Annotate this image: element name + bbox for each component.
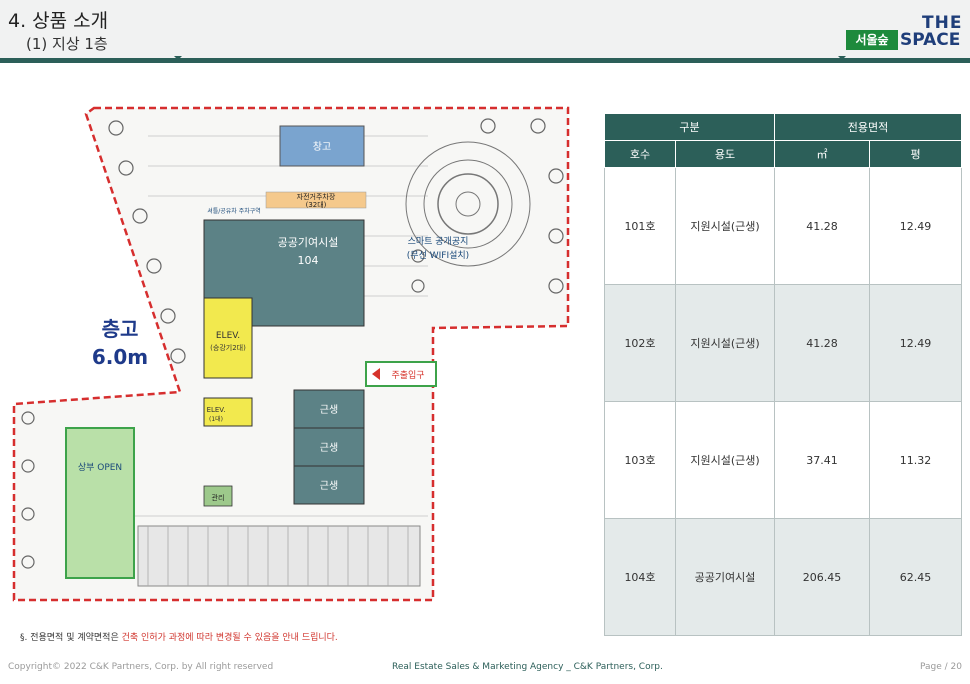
main-entry-label: 주출입구 — [391, 369, 424, 381]
table-row: 104호 공공기여시설 206.45 62.45 — [604, 518, 962, 636]
table-header-row: 구분 전용면적 — [604, 113, 962, 141]
cell-pyeong: 12.49 — [869, 167, 962, 285]
cell-sqm: 41.28 — [774, 284, 870, 402]
parking-count: (32대) — [306, 201, 327, 209]
shuttle-label: 셔틀/공유차 주차구역 — [207, 207, 261, 215]
cell-unit: 101호 — [604, 167, 676, 285]
public-number: 104 — [298, 254, 319, 267]
footer-copyright: Copyright© 2022 C&K Partners, Corp. by A… — [8, 662, 274, 672]
cell-sqm: 37.41 — [774, 401, 870, 519]
cell-pyeong: 62.45 — [869, 518, 962, 636]
page-title: 4. 상품 소개 — [8, 10, 109, 32]
cell-unit: 102호 — [604, 284, 676, 402]
th-sqm: ㎡ — [774, 140, 870, 168]
header: 4. 상품 소개 (1) 지상 1층 서울숲 THE SPACE — [0, 0, 970, 60]
table-subheader-row: 호수 용도 ㎡ 평 — [604, 140, 962, 168]
cell-sqm: 206.45 — [774, 518, 870, 636]
footer-agency: Real Estate Sales & Marketing Agency _ C… — [392, 662, 663, 672]
height-value: 6.0m — [92, 345, 148, 369]
table-row: 101호 지원시설(근생) 41.28 12.49 — [604, 167, 962, 285]
unit-103-label: 근생 — [320, 480, 338, 492]
area-table: 구분 전용면적 호수 용도 ㎡ 평 101호 지원시설(근생) 41.28 12… — [604, 113, 962, 636]
page-subtitle: (1) 지상 1층 — [26, 35, 108, 53]
th-unit: 호수 — [604, 140, 676, 168]
footnote: §. 전용면적 및 계약면적은 건축 인허가 과정에 따라 변경될 수 있음을 … — [20, 630, 338, 643]
floor-plan: 창고 자전거주차장 (32대) 셔틀/공유차 주차구역 공공기여시설 104 스… — [12, 106, 570, 602]
divider-notch — [838, 56, 846, 60]
unit-101-label: 근생 — [320, 404, 338, 416]
cell-use: 지원시설(근생) — [675, 284, 775, 402]
logo-space: SPACE — [900, 30, 961, 50]
elev2-sub: (1대) — [209, 415, 223, 423]
storage-label: 창고 — [313, 141, 331, 153]
cell-pyeong: 11.32 — [869, 401, 962, 519]
table-row: 103호 지원시설(근생) 37.41 11.32 — [604, 401, 962, 519]
elev-label: ELEV. — [216, 331, 240, 341]
cell-sqm: 41.28 — [774, 167, 870, 285]
footnote-warning: 건축 인허가 과정에 따라 변경될 수 있음을 안내 드립니다. — [121, 633, 338, 643]
height-title: 층고 — [102, 317, 139, 341]
th-use: 용도 — [675, 140, 775, 168]
elev2-label: ELEV. — [207, 406, 226, 414]
unit-102-label: 근생 — [320, 442, 338, 454]
wifi-label-2: (무선 WIFI설치) — [407, 249, 469, 261]
table-row: 102호 지원시설(근생) 41.28 12.49 — [604, 284, 962, 402]
cell-use: 공공기여시설 — [675, 518, 775, 636]
header-divider — [0, 58, 970, 63]
footer-page: Page / 20 — [920, 662, 962, 672]
footnote-prefix: §. 전용면적 및 계약면적은 — [20, 633, 122, 643]
brand-logo: 서울숲 THE SPACE — [846, 12, 962, 52]
public-label: 공공기여시설 — [278, 236, 339, 249]
cell-unit: 103호 — [604, 401, 676, 519]
open-area-label: 상부 OPEN — [78, 462, 122, 473]
cell-unit: 104호 — [604, 518, 676, 636]
wifi-label-1: 스마트 공개공지 — [408, 236, 469, 247]
th-pyeong: 평 — [869, 140, 962, 168]
cell-pyeong: 12.49 — [869, 284, 962, 402]
elev-sub: (승강기2대) — [210, 343, 246, 352]
divider-notch — [174, 56, 182, 60]
th-area: 전용면적 — [774, 113, 962, 141]
logo-badge: 서울숲 — [846, 30, 898, 50]
parking-label: 자전거주차장 — [297, 192, 336, 201]
cell-use: 지원시설(근생) — [675, 401, 775, 519]
cell-use: 지원시설(근생) — [675, 167, 775, 285]
room-label: 관리 — [212, 493, 225, 502]
th-category: 구분 — [604, 113, 775, 141]
